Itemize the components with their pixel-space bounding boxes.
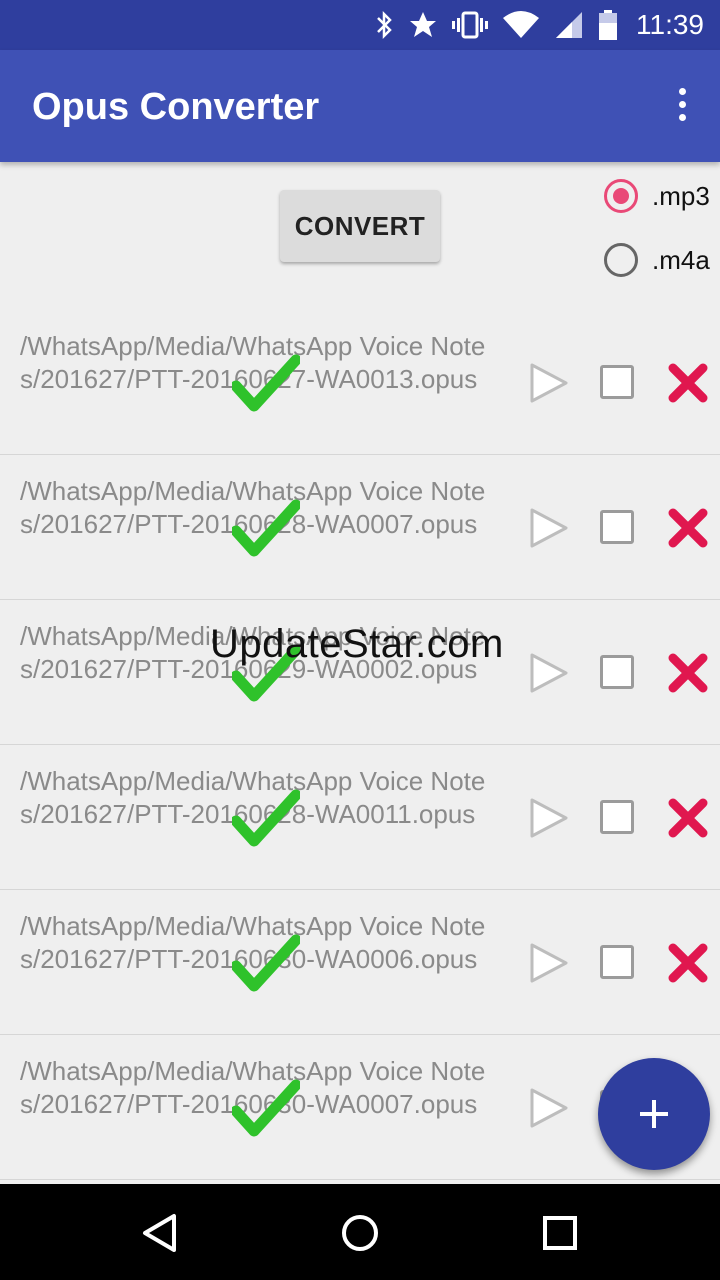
convert-button[interactable]: CONVERT [280, 190, 440, 262]
checkmark-icon [232, 354, 300, 412]
file-list: /WhatsApp/Media/WhatsApp Voice Notes/201… [0, 310, 720, 1180]
wifi-icon [503, 11, 539, 38]
play-icon[interactable] [528, 507, 570, 549]
add-file-button[interactable] [598, 1058, 710, 1170]
select-checkbox[interactable] [600, 510, 634, 544]
signal-icon [556, 12, 582, 38]
play-icon[interactable] [528, 797, 570, 839]
back-icon[interactable] [136, 1208, 186, 1258]
checkmark-icon [232, 1079, 300, 1137]
play-icon[interactable] [528, 942, 570, 984]
play-icon[interactable] [528, 652, 570, 694]
format-option-mp3[interactable]: .mp3 [604, 176, 710, 216]
status-bar: 11:39 [0, 0, 720, 50]
checkmark-icon [232, 934, 300, 992]
watermark: UpdateStar.com [210, 622, 504, 666]
delete-icon[interactable] [668, 798, 708, 838]
format-label: .m4a [652, 244, 710, 275]
app-title: Opus Converter [32, 86, 320, 128]
delete-icon[interactable] [668, 363, 708, 403]
checkmark-icon [232, 789, 300, 847]
format-option-m4a[interactable]: .m4a [604, 240, 710, 280]
list-item: /WhatsApp/Media/WhatsApp Voice Notes/201… [0, 745, 720, 890]
overflow-menu-icon[interactable] [674, 88, 690, 128]
navigation-bar [0, 1184, 720, 1280]
vibrate-icon [452, 11, 488, 39]
play-icon[interactable] [528, 362, 570, 404]
delete-icon[interactable] [668, 508, 708, 548]
delete-icon[interactable] [668, 653, 708, 693]
select-checkbox[interactable] [600, 655, 634, 689]
play-icon[interactable] [528, 1087, 570, 1129]
home-icon[interactable] [335, 1208, 385, 1258]
format-label: .mp3 [652, 180, 710, 211]
list-item: /WhatsApp/Media/WhatsApp Voice Notes/201… [0, 455, 720, 600]
radio-button-unchecked[interactable] [604, 243, 638, 277]
list-item: /WhatsApp/Media/WhatsApp Voice Notes/201… [0, 310, 720, 455]
star-icon [410, 12, 436, 37]
delete-icon[interactable] [668, 943, 708, 983]
select-checkbox[interactable] [600, 945, 634, 979]
plus-icon [640, 1100, 668, 1128]
app-bar: Opus Converter [0, 50, 720, 162]
radio-button-checked[interactable] [604, 179, 638, 213]
select-checkbox[interactable] [600, 365, 634, 399]
recents-icon[interactable] [535, 1208, 585, 1258]
list-item: /WhatsApp/Media/WhatsApp Voice Notes/201… [0, 890, 720, 1035]
select-checkbox[interactable] [600, 800, 634, 834]
clock: 11:39 [636, 9, 704, 40]
battery-icon [599, 10, 617, 40]
bluetooth-icon [377, 10, 392, 40]
checkmark-icon [232, 499, 300, 557]
